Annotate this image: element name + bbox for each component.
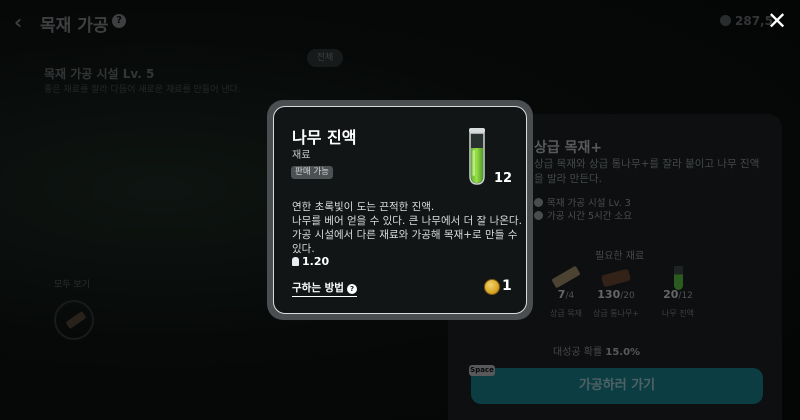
item-weight: 1.20 — [292, 255, 329, 268]
item-type: 재료 — [292, 150, 311, 161]
sellable-badge: 판매 가능 — [291, 166, 333, 179]
item-weight-value: 1.20 — [302, 255, 330, 268]
item-count: 12 — [494, 171, 513, 186]
description-line: 연한 초록빛이 도는 끈적한 진액. — [292, 201, 435, 213]
description-line: 나무를 베어 얻을 수 있다. 큰 나무에서 더 잘 나온다. — [292, 215, 522, 227]
coin-icon — [484, 279, 500, 295]
item-name: 나무 진액 — [292, 128, 357, 147]
close-icon[interactable]: ✕ — [766, 9, 788, 33]
item-price: 1 — [502, 278, 512, 294]
description-line: 있다. — [292, 243, 315, 255]
how-to-get-link[interactable]: 구하는 방법? — [292, 280, 357, 297]
how-to-get-label: 구하는 방법 — [292, 282, 344, 294]
description-line: 가공 시설에서 다른 재료와 가공해 목재+로 만들 수 — [292, 229, 518, 241]
weight-icon — [292, 257, 299, 266]
help-icon: ? — [346, 284, 357, 294]
test-tube-icon — [469, 128, 485, 185]
